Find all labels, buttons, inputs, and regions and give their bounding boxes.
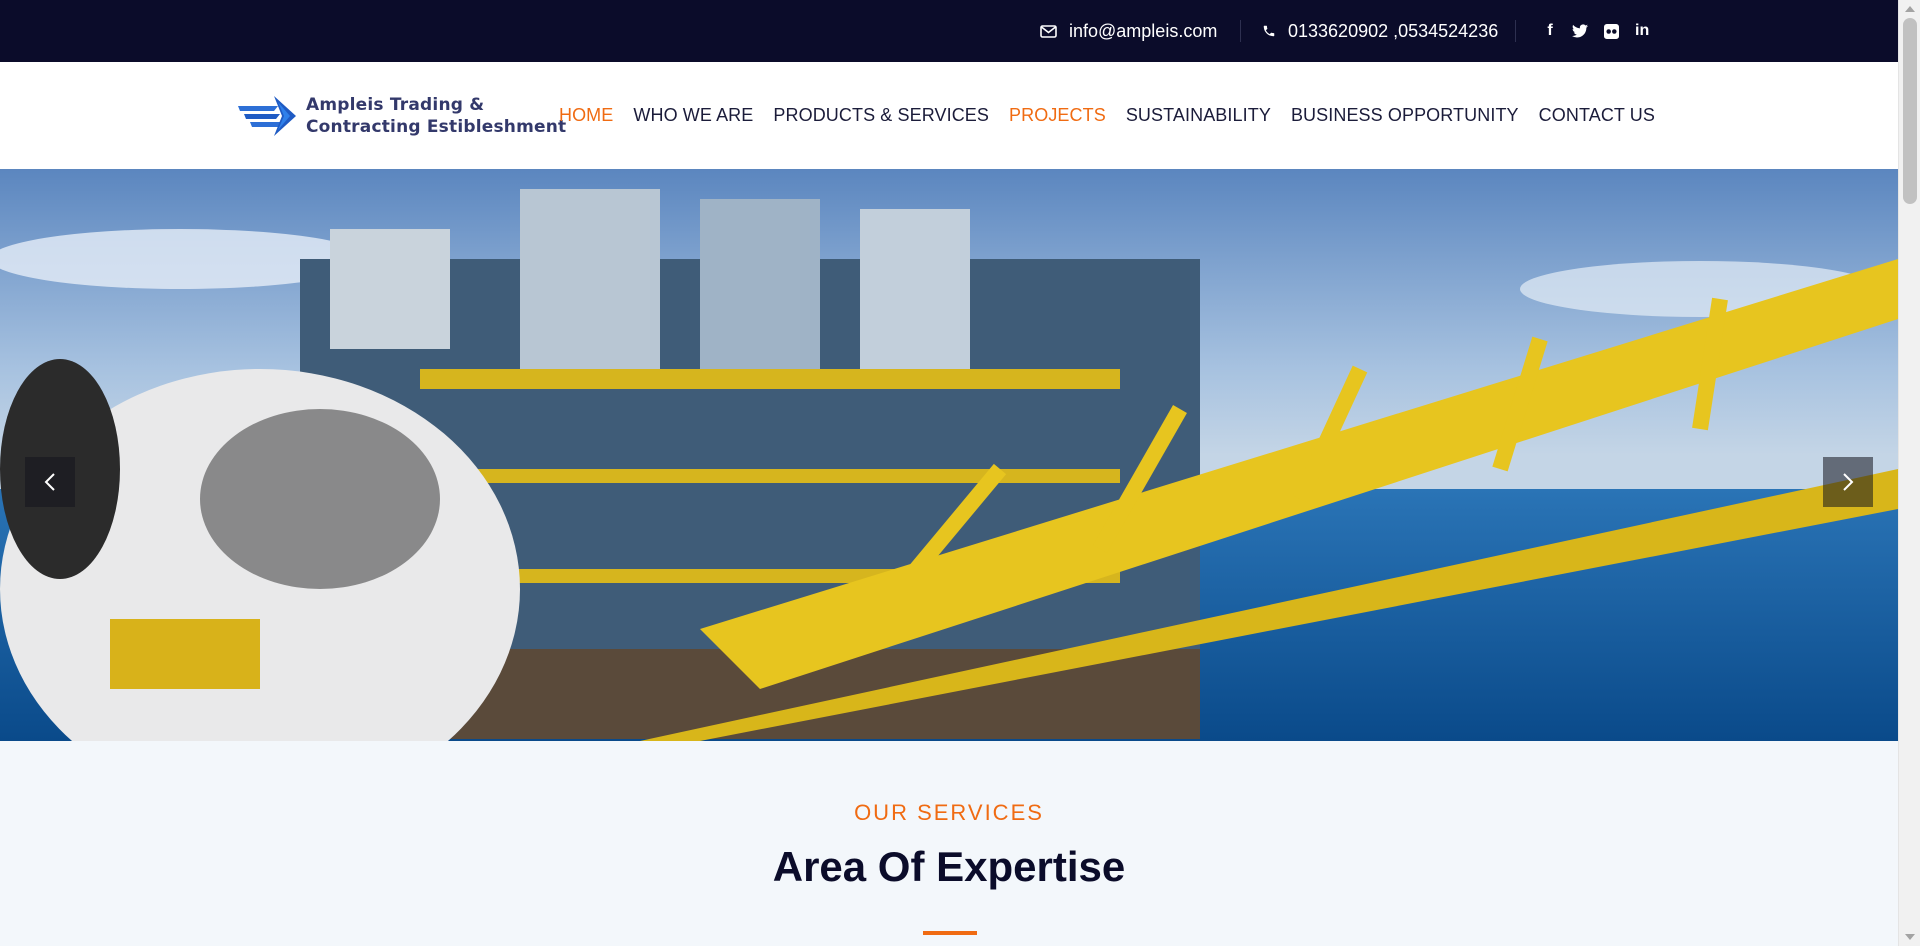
- site-logo[interactable]: Ampleis Trading & Contracting Estibleshm…: [238, 94, 566, 138]
- twitter-icon[interactable]: [1572, 24, 1588, 38]
- topbar-divider: [1240, 20, 1241, 42]
- logo-line-1: Ampleis Trading &: [306, 95, 485, 115]
- section-eyebrow: OUR SERVICES: [854, 800, 1044, 825]
- scroll-up-arrow[interactable]: [1905, 6, 1915, 12]
- scroll-down-arrow[interactable]: [1905, 934, 1915, 940]
- topbar-divider: [1515, 20, 1516, 42]
- chevron-left-icon: [44, 473, 55, 491]
- social-links: f in: [1540, 0, 1649, 62]
- nav-business-opportunity[interactable]: BUSINESS OPPORTUNITY: [1291, 105, 1519, 126]
- phone-contact[interactable]: 0133620902 ,0534524236: [1262, 0, 1498, 62]
- main-nav: HOME WHO WE ARE PRODUCTS & SERVICES PROJ…: [539, 62, 1655, 169]
- nav-products-services[interactable]: PRODUCTS & SERVICES: [773, 105, 989, 126]
- section-title: Area Of Expertise: [772, 843, 1126, 890]
- nav-contact-us[interactable]: CONTACT US: [1539, 105, 1655, 126]
- linkedin-icon[interactable]: in: [1635, 22, 1649, 40]
- nav-sustainability[interactable]: SUSTAINABILITY: [1126, 105, 1271, 126]
- page-scrollbar[interactable]: [1898, 0, 1920, 946]
- hero-image: [0, 169, 1898, 741]
- nav-home[interactable]: HOME: [559, 105, 613, 126]
- title-underline: [923, 931, 977, 935]
- phone-icon: [1263, 25, 1275, 37]
- nav-projects[interactable]: PROJECTS: [1009, 105, 1106, 126]
- hero-slider: [0, 169, 1898, 741]
- slider-prev-button[interactable]: [25, 457, 75, 507]
- chevron-right-icon: [1843, 473, 1854, 491]
- phone-text[interactable]: 0133620902 ,0534524236: [1288, 21, 1498, 42]
- logo-emblem-icon: [238, 96, 296, 136]
- scroll-thumb[interactable]: [1903, 18, 1917, 204]
- email-contact[interactable]: info@ampleis.com: [1040, 0, 1217, 62]
- services-section: OUR SERVICES Area Of Expertise: [0, 741, 1898, 946]
- logo-line-2: Contracting Estibleshment: [306, 117, 567, 137]
- facebook-icon[interactable]: f: [1540, 22, 1560, 40]
- flickr-icon[interactable]: [1604, 23, 1619, 39]
- top-bar: info@ampleis.com 0133620902 ,0534524236 …: [0, 0, 1898, 62]
- slider-next-button[interactable]: [1823, 457, 1873, 507]
- site-header: Ampleis Trading & Contracting Estibleshm…: [0, 62, 1898, 169]
- logo-text: Ampleis Trading & Contracting Estibleshm…: [306, 94, 566, 138]
- envelope-icon: [1040, 24, 1057, 38]
- email-text[interactable]: info@ampleis.com: [1069, 21, 1217, 42]
- nav-who-we-are[interactable]: WHO WE ARE: [633, 105, 753, 126]
